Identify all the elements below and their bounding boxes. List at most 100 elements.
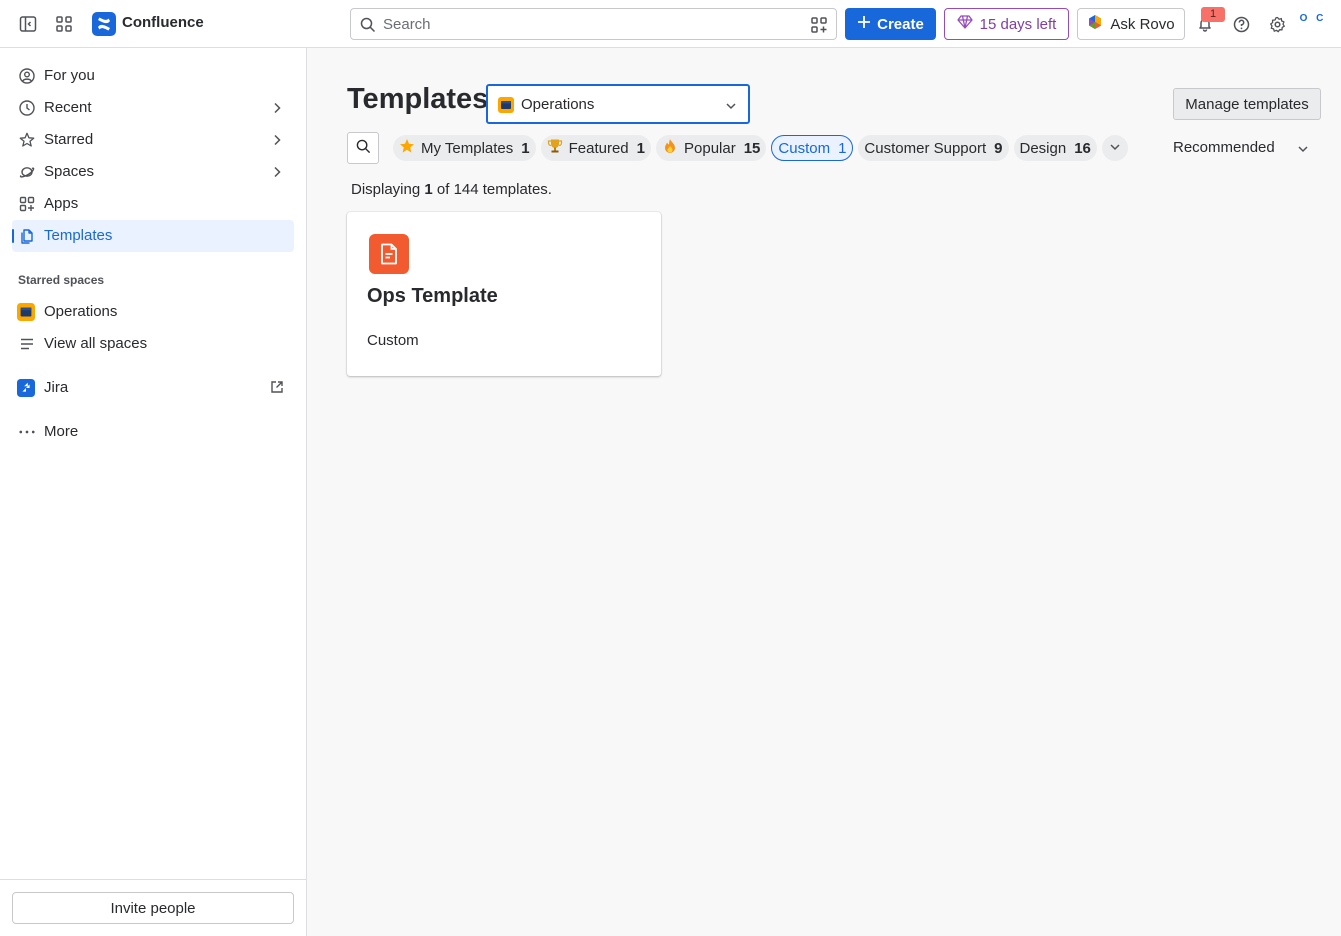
results-prefix: Displaying xyxy=(351,181,425,198)
template-category: Custom xyxy=(367,332,419,349)
filter-featured[interactable]: Featured 1 xyxy=(540,135,651,161)
rovo-icon xyxy=(1087,14,1103,34)
list-icon xyxy=(19,336,35,352)
sidebar-item-spaces[interactable]: Spaces xyxy=(12,156,294,188)
sidebar-toggle-icon[interactable] xyxy=(16,12,40,36)
template-title: Ops Template xyxy=(367,285,498,307)
filter-customer-support[interactable]: Customer Support 9 xyxy=(858,135,1009,161)
clock-icon xyxy=(19,100,35,116)
create-button[interactable]: Create xyxy=(845,8,936,40)
space-selector-value: Operations xyxy=(521,96,595,113)
app-name[interactable]: Confluence xyxy=(122,14,204,31)
filter-label: Popular xyxy=(684,139,736,157)
results-count: Displaying 1 of 144 templates. xyxy=(351,181,552,198)
filter-count: 1 xyxy=(838,139,847,157)
avatar[interactable]: O C xyxy=(1299,13,1327,37)
user-circle-icon xyxy=(19,68,35,84)
category-filters: My Templates 1 Featured 1 Popular 15 Cus… xyxy=(393,135,1128,161)
sidebar-item-label: Starred xyxy=(44,131,94,148)
filter-count: 1 xyxy=(636,139,645,157)
sidebar-item-label: More xyxy=(44,423,79,440)
sidebar-item-for-you[interactable]: For you xyxy=(12,60,294,92)
filter-count: 15 xyxy=(743,139,761,157)
trial-label: 15 days left xyxy=(979,15,1057,33)
filter-count: 16 xyxy=(1074,139,1091,157)
apps-icon xyxy=(19,196,35,212)
starred-spaces-heading: Starred spaces xyxy=(18,273,105,287)
search-icon xyxy=(356,139,371,157)
sidebar-item-label: Apps xyxy=(44,195,79,212)
plus-icon xyxy=(857,15,871,33)
filter-label: My Templates xyxy=(421,139,514,157)
document-icon xyxy=(369,234,409,274)
space-selector[interactable]: Operations xyxy=(486,84,750,124)
chevron-down-icon xyxy=(725,99,737,115)
results-shown: 1 xyxy=(424,181,433,198)
more-filters-button[interactable] xyxy=(1101,135,1128,161)
sidebar-item-label: For you xyxy=(44,67,95,84)
sidebar: For you Recent Starred Spaces Apps Templ… xyxy=(0,48,307,936)
filter-design[interactable]: Design 16 xyxy=(1013,135,1097,161)
filter-label: Design xyxy=(1019,139,1067,157)
active-indicator xyxy=(12,229,14,243)
more-icon xyxy=(19,424,35,440)
create-label: Create xyxy=(877,15,924,33)
sidebar-item-jira[interactable]: Jira xyxy=(12,372,294,404)
filter-grid-icon[interactable] xyxy=(811,17,827,36)
chevron-right-icon[interactable] xyxy=(270,133,284,150)
sidebar-item-starred[interactable]: Starred xyxy=(12,124,294,156)
sidebar-item-view-all-spaces[interactable]: View all spaces xyxy=(12,328,294,360)
operations-space-icon xyxy=(498,97,514,116)
filter-popular[interactable]: Popular 15 xyxy=(656,135,767,161)
rovo-label: Ask Rovo xyxy=(1110,15,1175,33)
template-card[interactable]: Ops Template Custom xyxy=(347,212,661,376)
filter-label: Customer Support xyxy=(864,139,987,157)
page-title: Templates xyxy=(347,83,489,115)
filter-label: Featured xyxy=(568,139,629,157)
star-icon xyxy=(19,132,35,148)
chevron-down-icon[interactable] xyxy=(1297,142,1309,158)
external-link-icon[interactable] xyxy=(270,380,284,397)
star-emoji-icon xyxy=(399,138,415,158)
chevron-right-icon[interactable] xyxy=(270,165,284,182)
filter-count: 9 xyxy=(994,139,1003,157)
jira-logo-icon xyxy=(17,379,35,397)
sidebar-item-label: Templates xyxy=(44,227,113,244)
sidebar-item-templates[interactable]: Templates xyxy=(12,220,294,252)
sidebar-item-label: Recent xyxy=(44,99,92,116)
invite-people-button[interactable]: Invite people xyxy=(12,892,294,924)
operations-space-icon xyxy=(17,303,35,321)
manage-templates-button[interactable]: Manage templates xyxy=(1173,88,1321,120)
sidebar-item-operations[interactable]: Operations xyxy=(12,296,294,328)
sidebar-item-apps[interactable]: Apps xyxy=(12,188,294,220)
sidebar-item-label: View all spaces xyxy=(44,335,148,352)
confluence-logo-icon[interactable] xyxy=(92,12,116,36)
sidebar-item-label: Spaces xyxy=(44,163,95,180)
results-suffix: of 144 templates. xyxy=(432,181,552,198)
template-search-button[interactable] xyxy=(347,132,379,164)
sort-dropdown[interactable]: Recommended xyxy=(1173,139,1275,156)
settings-icon[interactable] xyxy=(1265,12,1289,36)
filter-count: 1 xyxy=(521,139,530,157)
ask-rovo-button[interactable]: Ask Rovo xyxy=(1077,8,1185,40)
trial-button[interactable]: 15 days left xyxy=(944,8,1069,40)
help-icon[interactable] xyxy=(1229,12,1253,36)
sidebar-item-label: Operations xyxy=(44,303,118,320)
templates-icon xyxy=(19,228,35,244)
trophy-emoji-icon xyxy=(547,138,563,158)
chevron-down-icon xyxy=(1109,140,1121,157)
notification-badge: 1 xyxy=(1201,7,1225,22)
fire-emoji-icon xyxy=(662,138,678,158)
search-input[interactable] xyxy=(383,10,803,38)
sidebar-item-recent[interactable]: Recent xyxy=(12,92,294,124)
search-icon xyxy=(360,17,376,36)
search-bar[interactable] xyxy=(350,8,837,40)
sidebar-item-more[interactable]: More xyxy=(12,416,294,448)
chevron-right-icon[interactable] xyxy=(270,101,284,118)
filter-my-templates[interactable]: My Templates 1 xyxy=(393,135,536,161)
filter-custom[interactable]: Custom 1 xyxy=(771,135,854,161)
spaces-icon xyxy=(19,164,35,180)
sidebar-footer: Invite people xyxy=(0,879,306,936)
sidebar-item-label: Jira xyxy=(44,379,69,396)
app-switcher-icon[interactable] xyxy=(52,12,76,36)
